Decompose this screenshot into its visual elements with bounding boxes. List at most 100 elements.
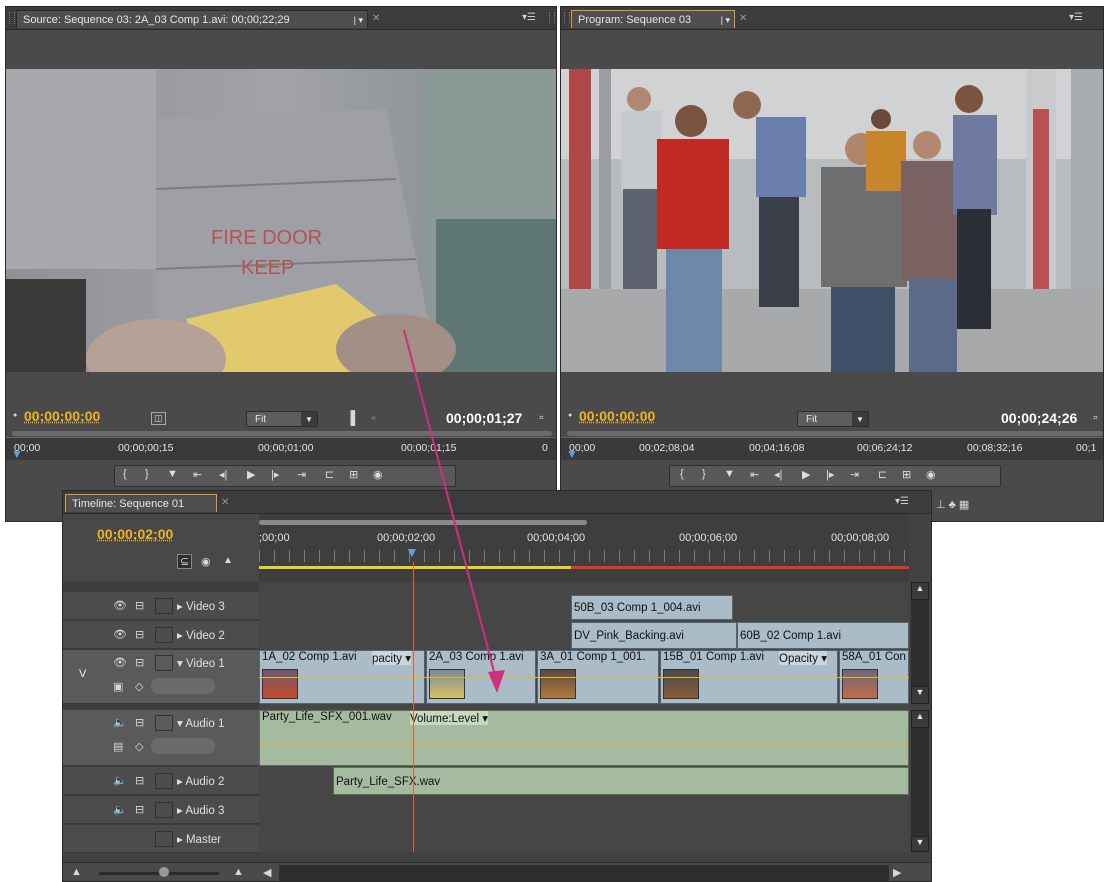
export-frame-icon[interactable]: ◉ [373, 468, 383, 481]
timeline-playhead-icon[interactable]: ▼ [405, 544, 419, 560]
track-header-master[interactable]: ▸ Master [63, 825, 259, 853]
target-track-v[interactable]: V [79, 668, 86, 680]
sync-lock-icon[interactable]: ⊟ [135, 628, 144, 641]
close-tab-icon[interactable]: ✕ [372, 13, 380, 24]
zoom-slider-thumb[interactable] [159, 867, 169, 877]
panel-grip-icon[interactable] [549, 12, 555, 24]
program-playhead-icon[interactable]: ▼ [566, 447, 578, 461]
keyframe-nav[interactable] [151, 738, 215, 754]
clip-effect-label[interactable]: pacity ▾ [372, 651, 412, 665]
video-scroll-up[interactable]: ▲ [911, 582, 929, 600]
audio-scroll-up[interactable]: ▲ [911, 710, 929, 728]
track-lock-box[interactable] [155, 773, 173, 789]
scroll-left-icon[interactable]: ◀ [263, 866, 271, 879]
panel-menu-icon[interactable]: ▾☰ [522, 12, 536, 23]
speaker-icon[interactable]: 🔈 [113, 803, 127, 816]
track-lock-box[interactable] [155, 802, 173, 818]
source-playhead-icon[interactable]: ▼ [11, 447, 23, 461]
program-time-ruler[interactable]: 00;00 00;02;08;04 00;04;16;08 00;06;24;1… [561, 437, 1103, 460]
go-to-in-icon[interactable]: ⇤ [750, 468, 759, 481]
timeline-ruler[interactable]: ;00;00 00;00;02;00 00;00;04;00 00;00;06;… [259, 514, 909, 582]
audio-scroll-down[interactable]: ▼ [911, 836, 929, 852]
panel-menu-icon[interactable]: ▾☰ [1069, 12, 1083, 23]
set-marker-icon[interactable]: ▼ [167, 468, 178, 480]
track-header-audio2[interactable]: 🔈 ⊟ ▸ Audio 2 [63, 767, 259, 795]
clip-audio1[interactable]: Party_Life_SFX_001.wav Volume:Level ▾ L … [259, 710, 909, 766]
panel-grip-icon[interactable] [9, 12, 15, 24]
close-tab-icon[interactable]: ✕ [739, 13, 747, 24]
clip-effect-label[interactable]: Opacity ▾ [779, 651, 827, 665]
sync-lock-icon[interactable]: ⊟ [135, 803, 144, 816]
clip-video3[interactable]: 50B_03 Comp 1_004.avi [571, 595, 733, 620]
tab-timeline[interactable]: Timeline: Sequence 01 [65, 494, 217, 512]
source-zoom-select[interactable]: Fit ▼ [246, 411, 318, 427]
export-frame-icon[interactable]: ◉ [926, 468, 936, 481]
panel-grip-icon[interactable] [564, 12, 570, 24]
track-lock-box[interactable] [155, 715, 173, 731]
speaker-icon[interactable]: 🔈 [113, 716, 127, 729]
zoom-in-icon[interactable]: ▲ [233, 866, 244, 878]
eye-icon[interactable]: 👁 [113, 628, 127, 641]
sync-lock-icon[interactable]: ⊟ [135, 716, 144, 729]
track-header-video1[interactable]: V 👁 ⊟ ▾ Video 1 ▣ ◇ [63, 650, 259, 704]
set-unnumbered-marker-icon[interactable]: ▲ [223, 555, 233, 566]
program-zoom-select[interactable]: Fit ▼ [797, 411, 869, 427]
go-to-out-icon[interactable]: ⇥ [297, 468, 306, 481]
clip-audio2[interactable]: Party_Life_SFX.wav [333, 767, 909, 795]
filmstrip-icon[interactable]: ▐ [346, 410, 355, 425]
audio-speaker-icon[interactable]: ◂ [370, 411, 376, 424]
audio-scroll-track[interactable] [911, 728, 929, 836]
extract-icon[interactable]: ⊞ [902, 468, 911, 481]
track-header-audio1[interactable]: 🔈 ⊟ ▾ Audio 1 ▤ ◇ [63, 710, 259, 766]
horizontal-scroll-track[interactable] [279, 865, 889, 881]
trim-icon[interactable]: ⊥ ♣ ▦ [936, 498, 969, 511]
track-header-audio3[interactable]: 🔈 ⊟ ▸ Audio 3 [63, 796, 259, 824]
mark-out-icon[interactable]: } [145, 468, 149, 480]
eye-icon[interactable]: 👁 [113, 599, 127, 612]
set-encore-marker-icon[interactable]: ◉ [201, 555, 211, 568]
keyframe-icon[interactable]: ◇ [135, 740, 143, 753]
track-lock-box[interactable] [155, 655, 173, 671]
mark-in-icon[interactable]: { [123, 468, 127, 480]
video-scroll-track[interactable] [911, 600, 929, 686]
speaker-icon[interactable]: 🔈 [113, 774, 127, 787]
sync-lock-icon[interactable]: ⊟ [135, 656, 144, 669]
eye-icon[interactable]: 👁 [113, 656, 127, 669]
timeline-current-time[interactable]: 00;00;02;00 [97, 526, 173, 542]
source-time-ruler[interactable]: 00;00 00;00;00;15 00;00;01;00 00;00;01;1… [6, 437, 556, 460]
sync-lock-icon[interactable]: ⊟ [135, 774, 144, 787]
play-icon[interactable]: ▶ [247, 468, 255, 481]
tab-source[interactable]: Source: Sequence 03: 2A_03 Comp 1.avi: 0… [16, 10, 368, 28]
track-lock-box[interactable] [155, 831, 173, 847]
tab-dropdown-icon[interactable]: | ▾ [721, 11, 730, 29]
snap-icon[interactable]: ⊆ [177, 554, 193, 569]
source-current-time[interactable]: 00;00;00;00 [24, 408, 100, 424]
tab-program[interactable]: Program: Sequence 03 | ▾ [571, 10, 735, 28]
play-icon[interactable]: ▶ [802, 468, 810, 481]
zoom-out-icon[interactable]: ▲ [71, 866, 82, 878]
timeline-zoom-bar[interactable] [259, 520, 587, 525]
program-current-time[interactable]: 00;00;00;00 [579, 408, 655, 424]
track-header-video2[interactable]: 👁 ⊟ ▸ Video 2 [63, 621, 259, 649]
safe-margins-icon[interactable]: ◫ [151, 412, 166, 425]
track-lock-box[interactable] [155, 598, 173, 614]
tab-dropdown-icon[interactable]: | ▾ [354, 11, 363, 29]
keyframe-icon[interactable]: ◇ [135, 680, 143, 693]
go-to-in-icon[interactable]: ⇤ [193, 468, 202, 481]
lift-icon[interactable]: ⊏ [878, 468, 887, 481]
step-forward-icon[interactable]: |▸ [826, 468, 834, 481]
scroll-right-icon[interactable]: ▶ [893, 866, 901, 879]
panel-menu-icon[interactable]: ▾☰ [895, 496, 909, 507]
close-tab-icon[interactable]: ✕ [221, 497, 229, 508]
track-header-video3[interactable]: 👁 ⊟ ▸ Video 3 [63, 592, 259, 620]
insert-icon[interactable]: ⊏ [325, 468, 334, 481]
step-forward-icon[interactable]: |▸ [271, 468, 279, 481]
source-zoom-scroller[interactable] [12, 431, 552, 436]
clip-video2-60b[interactable]: 60B_02 Comp 1.avi [737, 622, 909, 649]
step-back-icon[interactable]: ◂| [774, 468, 782, 481]
display-style-icon[interactable]: ▣ [113, 680, 123, 693]
track-lock-box[interactable] [155, 627, 173, 643]
video-scroll-down[interactable]: ▼ [911, 686, 929, 704]
step-back-icon[interactable]: ◂| [219, 468, 227, 481]
clip-video2-pink-backing[interactable]: DV_Pink_Backing.avi [571, 622, 737, 649]
